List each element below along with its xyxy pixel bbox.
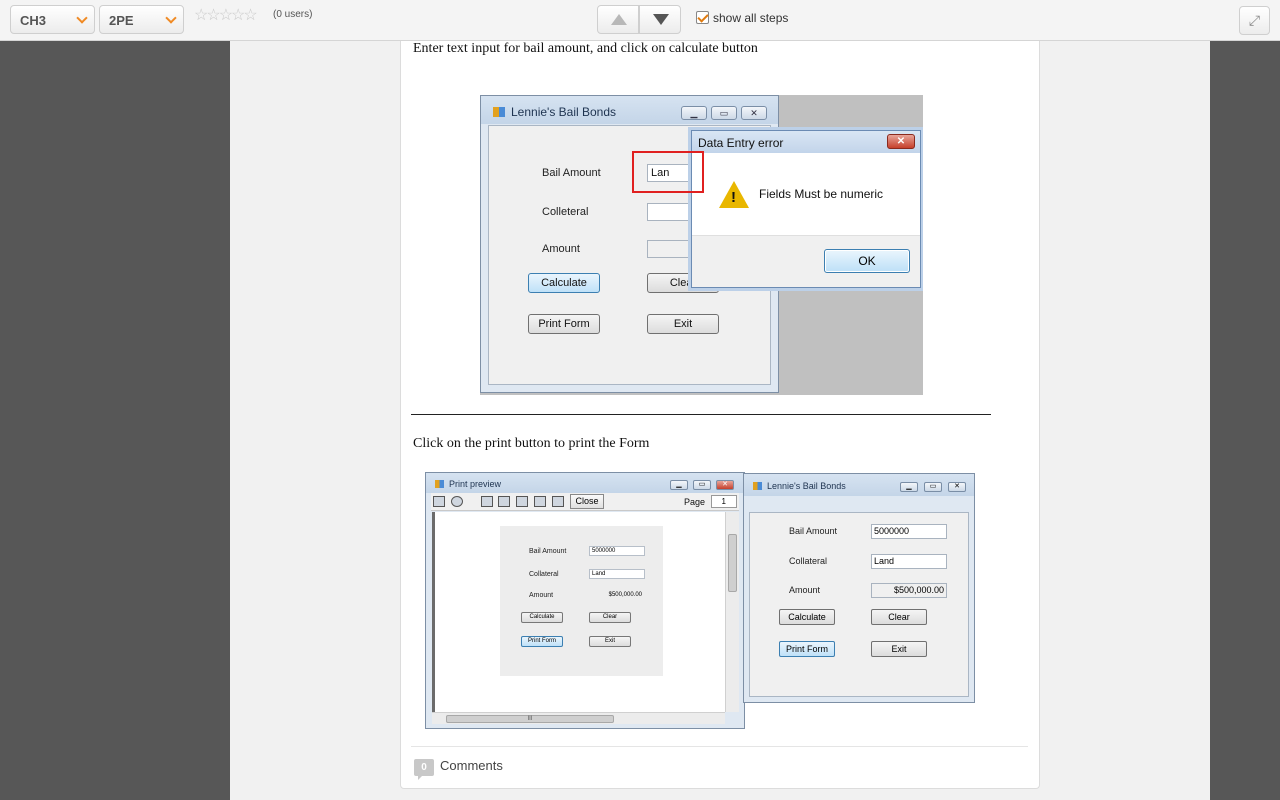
next-step-button[interactable] — [639, 5, 681, 34]
top-toolbar: CH3 2PE ☆☆☆☆☆ (0 users) show all steps ⤢ — [0, 0, 1280, 41]
zoom-icon — [451, 496, 463, 507]
collateral-label: Collateral — [789, 556, 828, 566]
bail-amount-field: 5000000 — [589, 546, 645, 556]
section-select[interactable]: 2PE — [99, 5, 184, 34]
print-preview-window: Print preview ▁ ▭ ✕ Close Page 1 Bail Am… — [425, 472, 745, 729]
show-all-steps-toggle[interactable]: show all steps — [696, 11, 788, 25]
preview-page: Bail Amount 5000000 Collateral Land Amou… — [500, 526, 663, 676]
comments-divider — [411, 746, 1028, 747]
arrow-up-icon — [611, 14, 627, 25]
exit-button: Exit — [871, 641, 927, 657]
page-number-field: 1 — [711, 495, 737, 508]
collateral-field: Land — [871, 554, 947, 569]
bail-amount-label: Bail Amount — [529, 548, 567, 555]
preview-close-button: Close — [570, 494, 604, 509]
arrow-down-icon — [653, 14, 669, 25]
checkbox-checked-icon[interactable] — [696, 11, 709, 24]
collateral-label: Collateral — [529, 571, 559, 578]
minimize-icon: ▁ — [681, 106, 707, 120]
exit-button: Exit — [589, 636, 631, 647]
print-form-button: Print Form — [528, 314, 600, 334]
amount-field: $500,000.00 — [871, 583, 947, 598]
amount-label: Amount — [529, 592, 554, 599]
close-icon: ✕ — [887, 134, 915, 149]
app-icon — [493, 107, 505, 117]
calculate-button: Calculate — [779, 609, 835, 625]
show-all-steps-label: show all steps — [713, 11, 789, 25]
close-icon: ✕ — [948, 482, 966, 492]
close-icon: ✕ — [741, 106, 767, 120]
window-title: Lennie's Bail Bonds — [767, 481, 846, 491]
bail-bonds-filled-window: Lennie's Bail Bonds ▁ ▭ ✕ Bail Amount 50… — [743, 473, 975, 703]
comments-link[interactable]: 0 Comments — [414, 758, 503, 780]
window-titlebar: Lennie's Bail Bonds ▁ ▭ ✕ — [744, 474, 974, 496]
calculate-button: Calculate — [528, 273, 600, 293]
horizontal-scrollbar: III — [432, 712, 725, 724]
restore-icon: ▭ — [924, 482, 942, 492]
chapter-select-value: CH3 — [20, 13, 47, 28]
screenshot-error-dialog: Lennie's Bail Bonds ▁ ▭ ✕ Bail Amount La… — [480, 95, 923, 395]
preview-canvas: Bail Amount 5000000 Collateral Land Amou… — [432, 512, 725, 712]
step-1-text: Enter text input for bail amount, and cl… — [413, 41, 758, 56]
one-page-icon — [481, 496, 493, 507]
amount-label: Amount — [542, 243, 580, 255]
step-2-text: Click on the print button to print the F… — [413, 436, 650, 451]
preview-toolbar: Close Page 1 — [431, 493, 739, 511]
ok-button: OK — [824, 249, 910, 273]
app-icon — [435, 480, 444, 488]
chevron-down-icon — [76, 12, 88, 24]
chapter-select[interactable]: CH3 — [10, 5, 95, 34]
restore-icon: ▭ — [693, 480, 711, 490]
app-icon — [753, 482, 762, 490]
comments-label: Comments — [440, 758, 503, 773]
preview-title: Print preview — [449, 479, 502, 489]
preview-titlebar: Print preview ▁ ▭ ✕ — [426, 473, 744, 493]
step-separator — [411, 414, 991, 415]
rating-users-count: (0 users) — [273, 9, 313, 20]
data-entry-error-dialog: Data Entry error ✕ ! Fields Must be nume… — [691, 130, 921, 288]
calculate-button: Calculate — [521, 612, 563, 623]
bail-amount-label: Bail Amount — [542, 167, 601, 179]
amount-label: Amount — [789, 585, 821, 595]
four-pages-icon — [534, 496, 546, 507]
printer-icon — [433, 496, 445, 507]
two-pages-icon — [498, 496, 510, 507]
amount-field: $500,000.00 — [589, 590, 645, 600]
section-select-value: 2PE — [109, 13, 134, 28]
close-icon: ✕ — [716, 480, 734, 490]
page-label: Page — [684, 497, 706, 507]
fullscreen-button[interactable]: ⤢ — [1239, 6, 1270, 35]
exit-button: Exit — [647, 314, 719, 334]
chevron-down-icon — [165, 12, 177, 24]
dialog-footer: OK — [692, 235, 920, 287]
print-form-button: Print Form — [779, 641, 835, 657]
minimize-icon: ▁ — [670, 480, 688, 490]
highlight-box — [632, 151, 704, 193]
scroll-thumb — [728, 534, 737, 592]
bail-amount-label: Bail Amount — [789, 526, 838, 536]
fullscreen-icon: ⤢ — [1248, 12, 1261, 28]
print-form-button: Print Form — [521, 636, 563, 647]
scroll-thumb: III — [446, 715, 614, 723]
dialog-message: Fields Must be numeric — [759, 187, 884, 201]
dialog-titlebar: Data Entry error ✕ — [692, 131, 920, 153]
bail-amount-field: 5000000 — [871, 524, 947, 539]
dialog-title: Data Entry error — [698, 136, 784, 150]
rating-stars-icon[interactable]: ☆☆☆☆☆ — [194, 5, 258, 25]
comment-count-badge: 0 — [414, 759, 434, 780]
six-pages-icon — [552, 496, 564, 507]
clear-button: Clear — [589, 612, 631, 623]
window-titlebar: Lennie's Bail Bonds ▁ ▭ ✕ — [481, 96, 778, 124]
clear-button: Clear — [871, 609, 927, 625]
previous-step-button[interactable] — [597, 5, 639, 34]
window-title: Lennie's Bail Bonds — [511, 105, 617, 119]
window-client-area: Bail Amount 5000000 Collateral Land Amou… — [749, 512, 969, 697]
vertical-scrollbar — [725, 512, 739, 712]
warning-mark: ! — [731, 189, 736, 206]
restore-icon: ▭ — [711, 106, 737, 120]
three-pages-icon — [516, 496, 528, 507]
collateral-field: Land — [589, 569, 645, 579]
minimize-icon: ▁ — [900, 482, 918, 492]
collateral-label: Colleteral — [542, 206, 589, 218]
